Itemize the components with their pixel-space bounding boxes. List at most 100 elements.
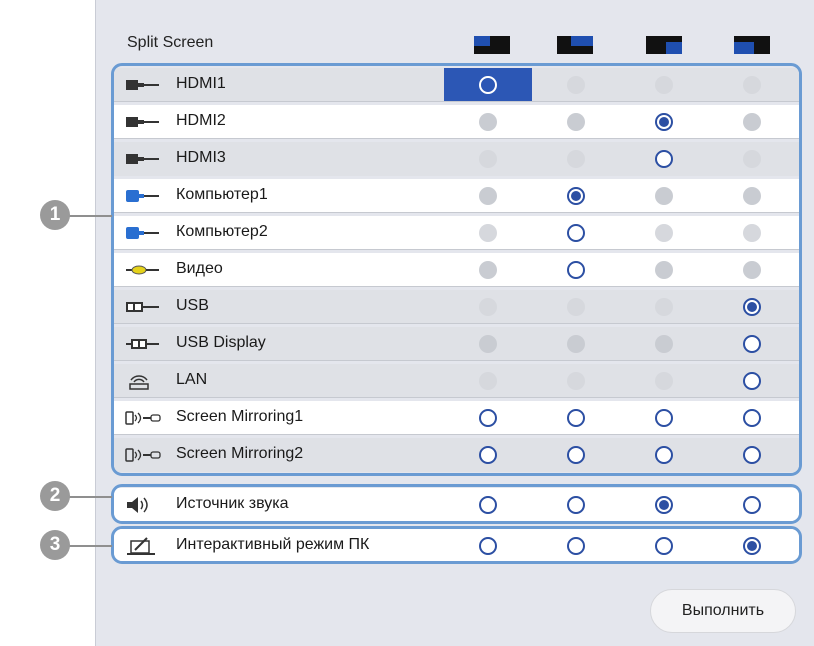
layout-cell[interactable] <box>708 68 796 102</box>
radio-unchecked[interactable] <box>655 150 673 168</box>
layout-cell[interactable] <box>532 68 620 102</box>
audio-source-row-group: Источник звука <box>111 484 802 524</box>
radio-unchecked[interactable] <box>479 446 497 464</box>
layout-cell <box>708 216 796 250</box>
radio-checked[interactable] <box>655 113 673 131</box>
screen-mirroring-icon <box>125 411 161 425</box>
radio-disabled <box>655 372 673 390</box>
radio-disabled <box>479 150 497 168</box>
layout-cell[interactable] <box>620 401 708 435</box>
radio-unchecked[interactable] <box>479 76 497 94</box>
layout-cell[interactable] <box>444 68 532 102</box>
source-label: HDMI3 <box>176 149 226 166</box>
radio-unchecked[interactable] <box>479 496 497 514</box>
layout-cell[interactable] <box>444 401 532 435</box>
layout-cell[interactable] <box>532 401 620 435</box>
layout-cell[interactable] <box>444 488 532 521</box>
screen-mirroring-icon <box>125 448 161 462</box>
radio-disabled <box>743 150 761 168</box>
source-row: Компьютер1 <box>114 179 799 213</box>
layout-cell[interactable] <box>708 290 796 324</box>
layout-cell[interactable] <box>532 488 620 521</box>
layout-cell <box>620 290 708 324</box>
hdmi-icon <box>126 117 159 127</box>
layout-cell[interactable] <box>620 438 708 472</box>
radio-checked[interactable] <box>567 187 585 205</box>
radio-unchecked[interactable] <box>655 446 673 464</box>
layout-cell[interactable] <box>708 364 796 398</box>
radio-unchecked[interactable] <box>743 446 761 464</box>
source-label: Компьютер2 <box>176 223 268 240</box>
callout-2: 2 <box>40 481 70 511</box>
radio-unchecked[interactable] <box>567 76 585 94</box>
layout-cell[interactable] <box>708 488 796 521</box>
layout-cell <box>444 142 532 176</box>
layout-bottom-right-icon <box>646 36 682 54</box>
layout-cell[interactable] <box>708 529 796 561</box>
source-label: USB <box>176 297 209 314</box>
radio-disabled <box>743 261 761 279</box>
radio-unchecked[interactable] <box>479 537 497 555</box>
layout-cell[interactable] <box>620 529 708 561</box>
source-row: HDMI2 <box>114 105 799 139</box>
radio-unchecked[interactable] <box>655 537 673 555</box>
layout-cell[interactable] <box>620 105 708 139</box>
radio-unchecked[interactable] <box>567 261 585 279</box>
source-label: Источник звука <box>176 495 289 512</box>
layout-top-right-icon <box>557 36 593 54</box>
radio-unchecked[interactable] <box>743 335 761 353</box>
radio-checked[interactable] <box>743 537 761 555</box>
layout-cell[interactable] <box>532 253 620 287</box>
layout-cell[interactable] <box>620 68 708 102</box>
layout-cell[interactable] <box>620 142 708 176</box>
radio-unchecked[interactable] <box>655 409 673 427</box>
layout-cell[interactable] <box>532 529 620 561</box>
layout-cell[interactable] <box>532 179 620 213</box>
layout-cell <box>532 142 620 176</box>
layout-cell[interactable] <box>708 401 796 435</box>
radio-disabled <box>567 335 585 353</box>
interactive-mode-row-group: Интерактивный режим ПК <box>111 526 802 564</box>
layout-cell[interactable] <box>532 216 620 250</box>
radio-disabled <box>655 335 673 353</box>
layout-cell <box>708 179 796 213</box>
execute-button[interactable]: Выполнить <box>650 589 796 633</box>
layout-cell <box>620 327 708 361</box>
computer-vga-icon <box>126 190 159 202</box>
usb-icon <box>126 302 159 312</box>
radio-unchecked[interactable] <box>743 372 761 390</box>
source-label: LAN <box>176 371 208 388</box>
radio-unchecked[interactable] <box>743 76 761 94</box>
layout-cell[interactable] <box>444 529 532 561</box>
layout-cell[interactable] <box>532 438 620 472</box>
layout-cell[interactable] <box>444 438 532 472</box>
radio-disabled <box>567 372 585 390</box>
radio-checked[interactable] <box>655 496 673 514</box>
radio-checked[interactable] <box>743 298 761 316</box>
layout-cell[interactable] <box>620 488 708 521</box>
layout-cell <box>708 105 796 139</box>
radio-disabled <box>567 150 585 168</box>
radio-disabled <box>655 224 673 242</box>
layout-bottom-left-icon <box>734 36 770 54</box>
source-label: Screen Mirroring1 <box>176 408 304 425</box>
radio-unchecked[interactable] <box>567 446 585 464</box>
layout-cell[interactable] <box>708 327 796 361</box>
row-divider <box>114 360 799 361</box>
radio-unchecked[interactable] <box>655 76 673 94</box>
row-divider <box>114 249 799 250</box>
radio-unchecked[interactable] <box>743 409 761 427</box>
radio-disabled <box>743 113 761 131</box>
radio-unchecked[interactable] <box>567 409 585 427</box>
radio-unchecked[interactable] <box>567 496 585 514</box>
computer-vga-icon <box>126 227 159 239</box>
source-row: Компьютер2 <box>114 216 799 250</box>
source-label: Интерактивный режим ПК <box>176 536 370 553</box>
radio-unchecked[interactable] <box>479 409 497 427</box>
radio-unchecked[interactable] <box>567 224 585 242</box>
radio-unchecked[interactable] <box>743 496 761 514</box>
layout-top-left-icon <box>474 36 510 54</box>
radio-unchecked[interactable] <box>567 537 585 555</box>
layout-cell[interactable] <box>708 438 796 472</box>
layout-cell <box>444 364 532 398</box>
